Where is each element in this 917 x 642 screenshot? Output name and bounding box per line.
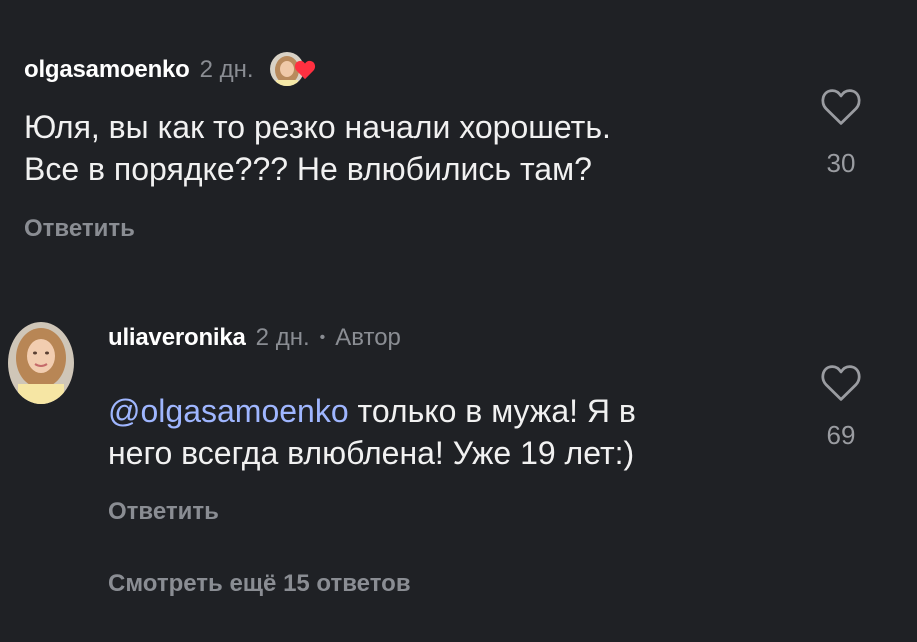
creator-liked-badge [268, 50, 318, 90]
like-control: 69 [817, 364, 865, 451]
comment-username[interactable]: uliaveronika [108, 324, 246, 352]
comment-text: Юля, вы как то резко начали хорошеть. Вс… [24, 109, 611, 187]
like-count: 30 [826, 148, 856, 178]
meta-separator: • [319, 329, 326, 346]
heart-outline-icon[interactable] [817, 88, 865, 128]
comment-time: 2 дн. [199, 56, 254, 83]
mention-link[interactable]: @olgasamoenko [108, 393, 349, 429]
author-badge: Автор [335, 324, 401, 351]
reply-button[interactable]: Ответить [108, 498, 219, 526]
reply-button[interactable]: Ответить [24, 215, 135, 243]
comment-username[interactable]: olgasamoenko [24, 56, 190, 84]
avatar[interactable] [8, 322, 74, 404]
comment-uliaveronika: uliaveronika 2 дн. • Автор @olgasamoenko… [0, 300, 917, 540]
comment-time: 2 дн. [255, 324, 310, 351]
like-count: 69 [826, 420, 856, 450]
comment-olgasamoenko: olgasamoenko 2 дн. Юля, вы как то резко … [0, 0, 917, 250]
like-control: 30 [817, 88, 865, 179]
heart-filled-icon [294, 60, 316, 85]
comment-text: @olgasamoenko только в мужа! Я в него вс… [108, 393, 636, 471]
heart-outline-icon[interactable] [817, 364, 865, 404]
view-more-replies-button[interactable]: Смотреть ещё 15 ответов [108, 570, 411, 598]
